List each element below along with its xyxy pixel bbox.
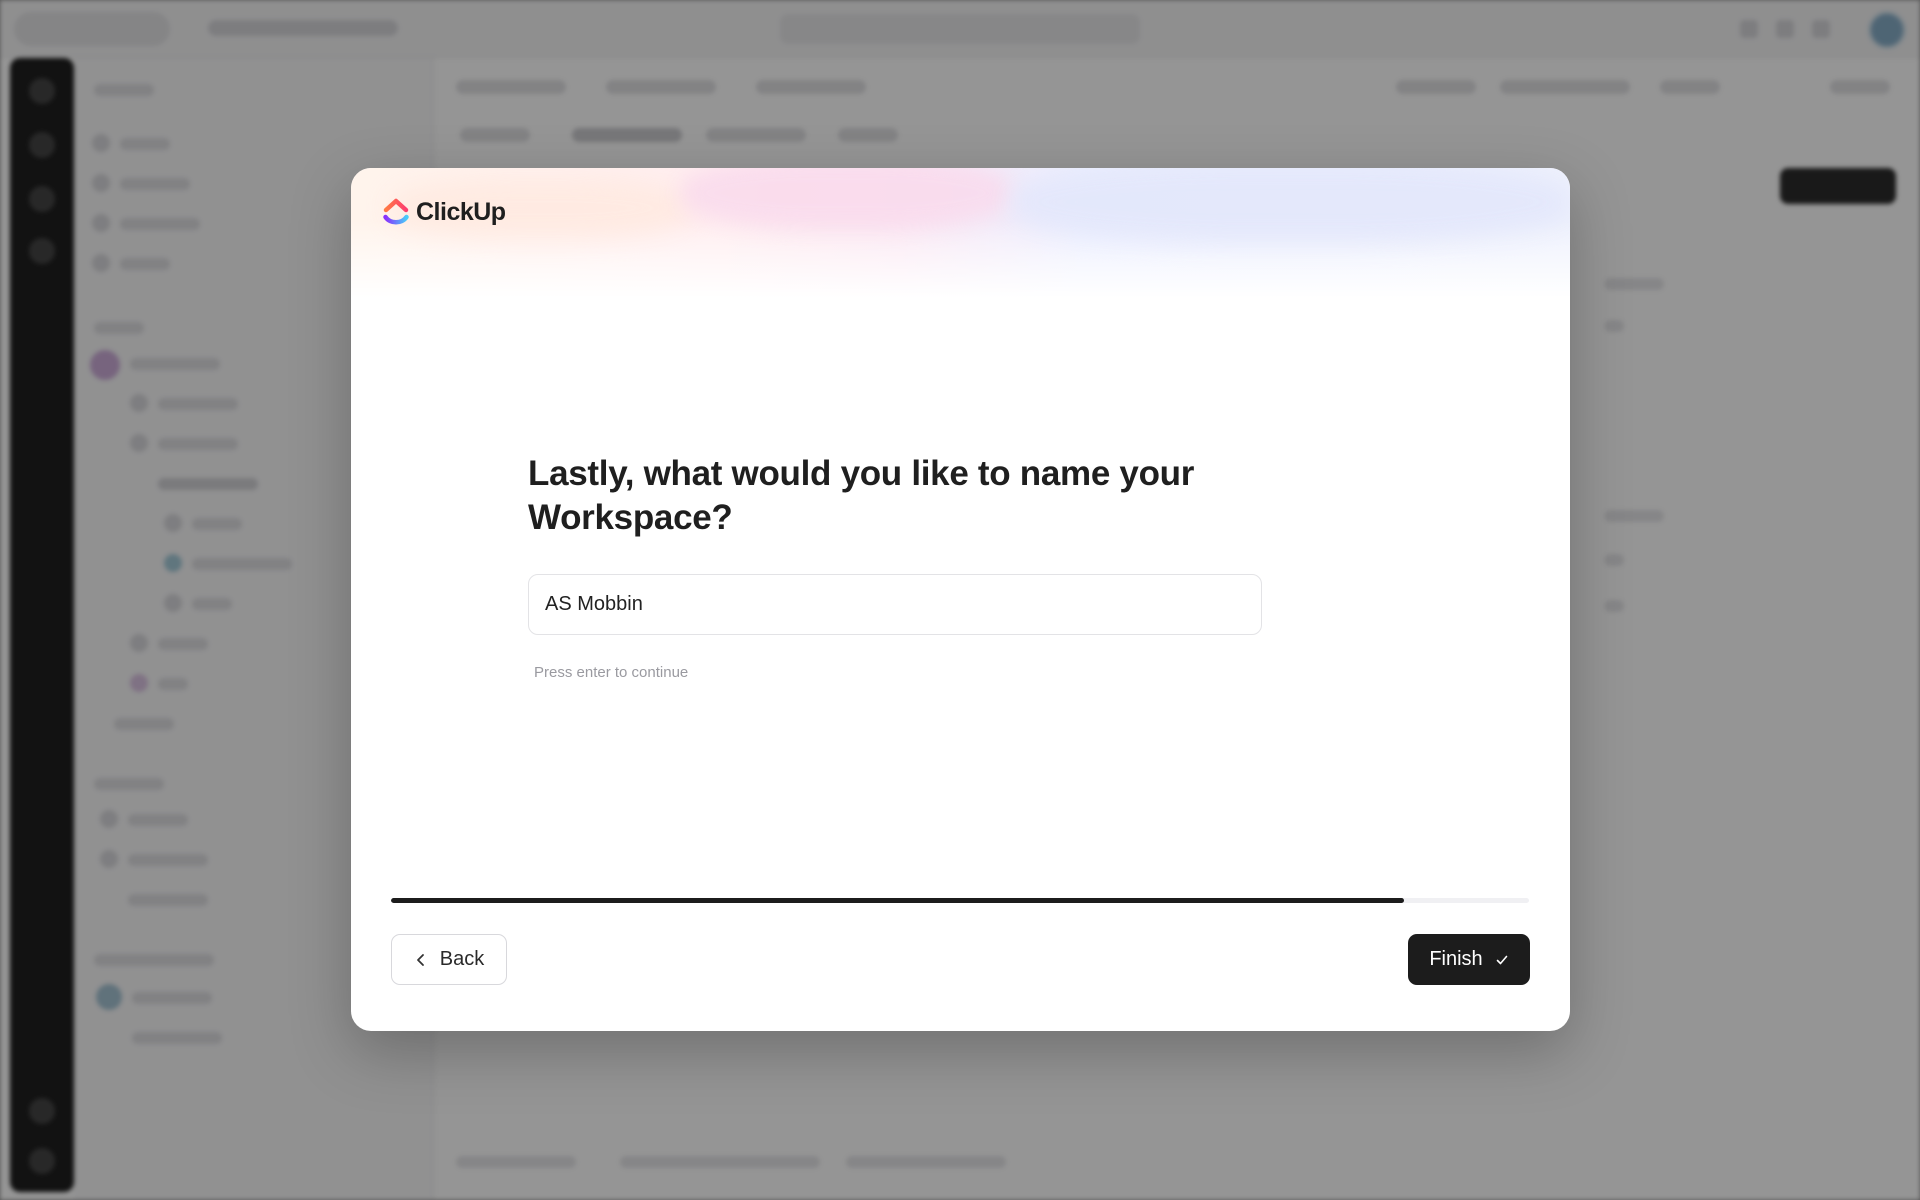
clickup-logo-icon: [383, 198, 409, 225]
back-button-label: Back: [439, 948, 485, 970]
header-decoration: [351, 168, 1570, 298]
workspace-name-input[interactable]: [528, 574, 1262, 635]
onboarding-progress-bar: [391, 898, 1529, 903]
finish-button[interactable]: Finish: [1408, 934, 1530, 985]
dialog-title: Lastly, what would you like to name your…: [528, 454, 1195, 537]
check-icon: [1495, 953, 1509, 967]
workspace-name-dialog: ClickUp Lastly, what would you like to n…: [351, 168, 1570, 1031]
continue-hint: Press enter to continue: [534, 664, 689, 681]
progress-fill: [391, 898, 1404, 903]
chevron-left-icon: [414, 953, 428, 967]
finish-button-label: Finish: [1429, 948, 1483, 970]
clickup-logo: ClickUp: [382, 196, 506, 228]
brand-name: ClickUp: [416, 197, 506, 226]
back-button[interactable]: Back: [391, 934, 507, 985]
